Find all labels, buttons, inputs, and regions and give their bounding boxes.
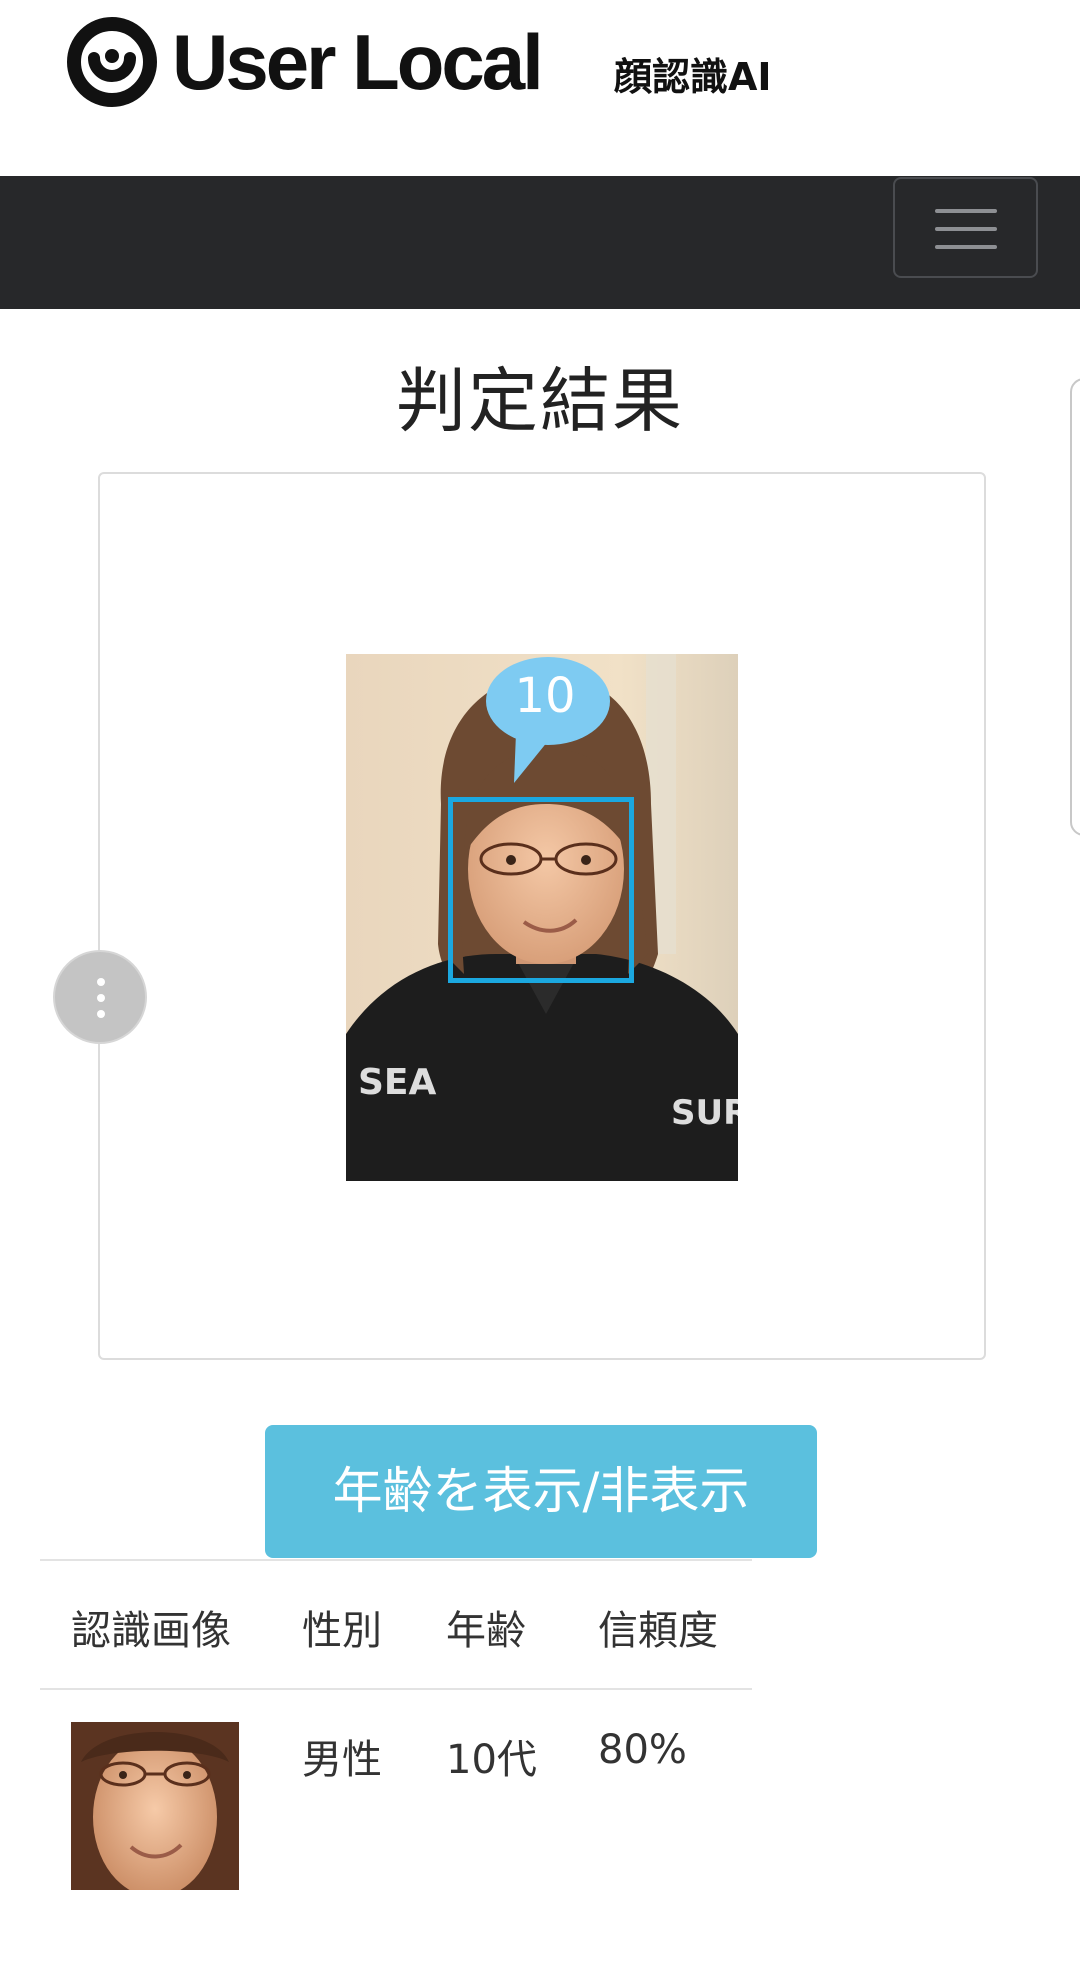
user-local-logo-icon [67,17,157,107]
floating-more-button[interactable] [53,950,147,1044]
cell-confidence: 80% [598,1727,687,1773]
page-title: 判定結果 [396,360,684,442]
table-top-border [40,1559,752,1561]
toggle-age-button[interactable]: 年齢を表示/非表示 [265,1425,817,1558]
hamburger-menu-icon-line [935,245,997,249]
brand-name: User Local [172,17,544,106]
face-thumbnail [71,1722,239,1890]
shirt-print-right: SUR [671,1093,738,1133]
table-header-border [40,1688,752,1690]
header-confidence: 信頼度 [598,1608,718,1654]
hamburger-menu-icon-line [935,227,997,231]
edge-panel-handle[interactable] [1070,378,1080,836]
brand-logo[interactable]: User Local [66,16,544,108]
hamburger-menu-button[interactable] [893,177,1038,278]
more-vertical-icon-dot [97,994,105,1002]
cell-age: 10代 [446,1737,537,1783]
header-age: 年齢 [446,1608,526,1654]
cell-gender: 男性 [302,1737,382,1783]
product-name: 顔認識AI [614,55,772,99]
more-vertical-icon [97,978,105,986]
more-vertical-icon-dot [97,1010,105,1018]
site-header: User Local 顔認識AI [0,0,1080,176]
age-bubble-label: 10 [514,668,576,724]
shirt-print-left: SEA [358,1062,437,1103]
header-recognized-image: 認識画像 [71,1608,231,1654]
face-detection-box [448,797,634,983]
face-thumbnail-image [71,1722,239,1890]
header-gender: 性別 [302,1608,382,1654]
hamburger-menu-icon [935,209,997,213]
